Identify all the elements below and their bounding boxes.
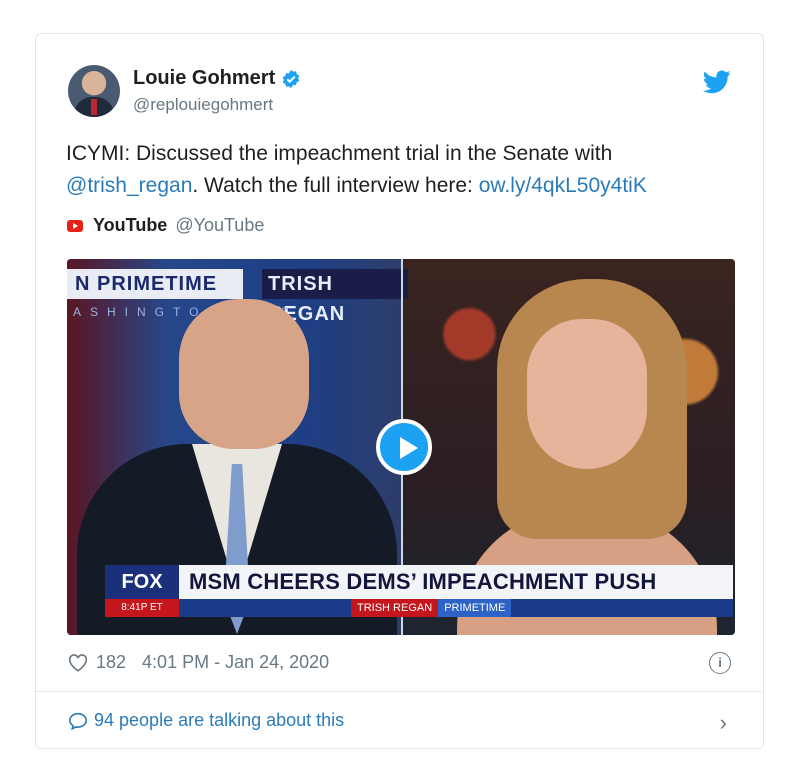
video-strip-show: TRISH REGAN PRIMETIME [351,599,512,617]
source-name[interactable]: YouTube [93,215,167,236]
host-face [527,319,647,469]
video-lower-third: FOX MSM CHEERS DEMS’ IMPEACHMENT PUSH [105,565,733,599]
mention-link[interactable]: @trish_regan [66,174,192,197]
video-strip-time: 8:41P ET [105,599,179,617]
tweet-text: ICYMI: Discussed the impeachment trial i… [66,138,736,202]
video-thumbnail[interactable]: N PRIMETIME TRISH REGAN ASHINGTON, D.C. … [67,259,735,635]
video-strip-show-slot: PRIMETIME [438,599,512,617]
chevron-right-icon[interactable]: › [720,710,727,736]
interview-link[interactable]: ow.ly/4qkL50y4tiK [479,174,647,197]
like-count[interactable]: 182 [96,652,126,673]
tweet-text-middle: . Watch the full interview here: [192,174,479,197]
source-handle[interactable]: @YouTube [175,215,264,236]
video-banner-trish: TRISH REGAN [262,269,408,325]
tweet-text-prefix: ICYMI: Discussed the impeachment trial i… [66,142,613,165]
verified-badge-icon [282,69,300,88]
tweet-meta-row: 182 4:01 PM - Jan 24, 2020 [68,652,329,673]
video-banner-primetime: N PRIMETIME [67,269,243,299]
speech-bubble-icon [68,712,88,730]
fox-business-logo: FOX [105,565,179,599]
video-info-strip: 8:41P ET TRISH REGAN PRIMETIME [105,599,733,617]
info-icon[interactable]: i [709,652,731,674]
conversation-link[interactable]: 94 people are talking about this [68,710,344,731]
talking-count-text[interactable]: 94 people are talking about this [94,710,344,731]
video-headline: MSM CHEERS DEMS’ IMPEACHMENT PUSH [189,569,657,594]
guest-head [179,299,309,449]
heart-icon[interactable] [68,653,88,672]
tweet-timestamp[interactable]: 4:01 PM - Jan 24, 2020 [142,652,329,673]
media-source-row[interactable]: YouTube @YouTube [67,215,264,236]
tweet-card: Louie Gohmert @replouiegohmert ICYMI: Di… [35,33,764,749]
avatar[interactable] [68,65,120,117]
author-name-row: Louie Gohmert [133,67,301,90]
footer-divider [36,691,763,692]
twitter-bird-icon[interactable] [703,70,731,94]
author-handle[interactable]: @replouiegohmert [133,95,273,115]
author-name[interactable]: Louie Gohmert [133,67,275,90]
avatar-tie [91,99,97,115]
play-button-icon[interactable] [376,419,432,475]
video-strip-show-name: TRISH REGAN [351,599,439,617]
youtube-icon [67,219,83,232]
